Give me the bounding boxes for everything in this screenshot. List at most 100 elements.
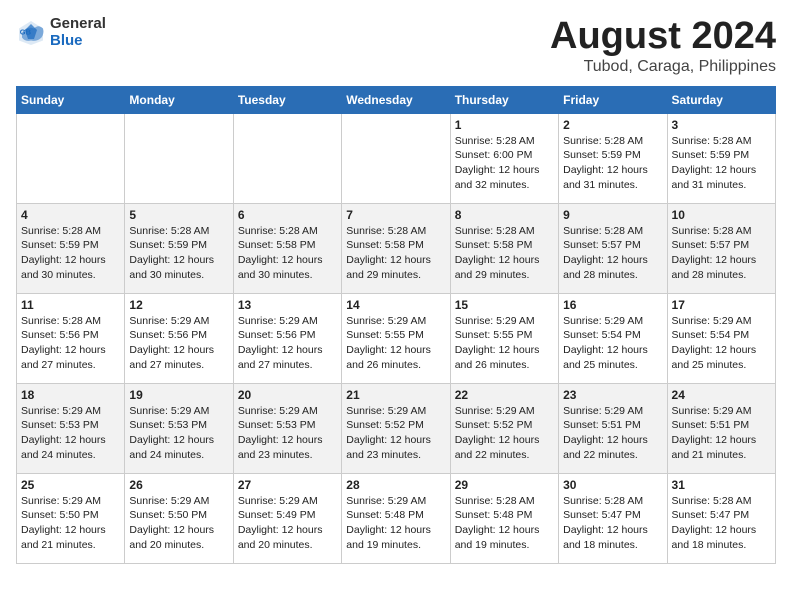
day-info: Sunrise: 5:28 AM Sunset: 5:58 PM Dayligh… — [238, 224, 337, 283]
day-info: Sunrise: 5:28 AM Sunset: 5:57 PM Dayligh… — [672, 224, 771, 283]
day-info: Sunrise: 5:28 AM Sunset: 5:47 PM Dayligh… — [563, 494, 662, 553]
day-number: 25 — [21, 478, 120, 492]
calendar-cell: 24 Sunrise: 5:29 AM Sunset: 5:51 PM Dayli… — [667, 383, 775, 473]
day-info: Sunrise: 5:28 AM Sunset: 5:58 PM Dayligh… — [346, 224, 445, 283]
calendar-week-row: 18 Sunrise: 5:29 AM Sunset: 5:53 PM Dayli… — [17, 383, 776, 473]
calendar-cell: 5 Sunrise: 5:28 AM Sunset: 5:59 PM Daylig… — [125, 203, 233, 293]
day-number: 3 — [672, 118, 771, 132]
calendar-cell: 19Sunrise: 5:29 AM Sunset: 5:53 PM Dayli… — [125, 383, 233, 473]
calendar-cell — [17, 113, 125, 203]
calendar-cell — [125, 113, 233, 203]
day-number: 4 — [21, 208, 120, 222]
calendar-cell: 8Sunrise: 5:28 AM Sunset: 5:58 PM Daylig… — [450, 203, 558, 293]
day-number: 6 — [238, 208, 337, 222]
day-number: 12 — [129, 298, 228, 312]
calendar-cell: 12 Sunrise: 5:29 AM Sunset: 5:56 PM Dayli… — [125, 293, 233, 383]
page-subtitle: Tubod, Caraga, Philippines — [550, 58, 776, 76]
calendar-cell: 21 Sunrise: 5:29 AM Sunset: 5:52 PM Dayli… — [342, 383, 450, 473]
day-number: 15 — [455, 298, 554, 312]
day-info: Sunrise: 5:29 AM Sunset: 5:56 PM Dayligh… — [129, 314, 228, 373]
weekday-header: Monday — [125, 86, 233, 113]
calendar-cell: 29Sunrise: 5:28 AM Sunset: 5:48 PM Dayli… — [450, 473, 558, 563]
day-number: 26 — [129, 478, 228, 492]
calendar-cell: 11Sunrise: 5:28 AM Sunset: 5:56 PM Dayli… — [17, 293, 125, 383]
day-info: Sunrise: 5:28 AM Sunset: 5:59 PM Dayligh… — [563, 134, 662, 193]
day-number: 28 — [346, 478, 445, 492]
page-title: August 2024 — [550, 16, 776, 58]
day-number: 1 — [455, 118, 554, 132]
day-number: 22 — [455, 388, 554, 402]
calendar-week-row: 4 Sunrise: 5:28 AM Sunset: 5:59 PM Daylig… — [17, 203, 776, 293]
calendar-cell: 20 Sunrise: 5:29 AM Sunset: 5:53 PM Dayli… — [233, 383, 341, 473]
logo-general: General — [50, 16, 106, 33]
calendar-cell: 13 Sunrise: 5:29 AM Sunset: 5:56 PM Dayli… — [233, 293, 341, 383]
day-number: 21 — [346, 388, 445, 402]
calendar-table: SundayMondayTuesdayWednesdayThursdayFrid… — [16, 86, 776, 564]
weekday-header: Wednesday — [342, 86, 450, 113]
day-number: 19 — [129, 388, 228, 402]
svg-text:GB: GB — [20, 27, 32, 36]
logo: GB General Blue — [16, 16, 106, 49]
day-number: 7 — [346, 208, 445, 222]
day-info: Sunrise: 5:29 AM Sunset: 5:52 PM Dayligh… — [346, 404, 445, 463]
day-number: 16 — [563, 298, 662, 312]
day-info: Sunrise: 5:29 AM Sunset: 5:51 PM Dayligh… — [563, 404, 662, 463]
day-info: Sunrise: 5:29 AM Sunset: 5:55 PM Dayligh… — [346, 314, 445, 373]
day-info: Sunrise: 5:29 AM Sunset: 5:49 PM Dayligh… — [238, 494, 337, 553]
day-info: Sunrise: 5:29 AM Sunset: 5:53 PM Dayligh… — [238, 404, 337, 463]
day-info: Sunrise: 5:28 AM Sunset: 5:47 PM Dayligh… — [672, 494, 771, 553]
day-number: 9 — [563, 208, 662, 222]
calendar-cell: 23Sunrise: 5:29 AM Sunset: 5:51 PM Dayli… — [559, 383, 667, 473]
day-number: 27 — [238, 478, 337, 492]
day-number: 11 — [21, 298, 120, 312]
calendar-cell: 10 Sunrise: 5:28 AM Sunset: 5:57 PM Dayli… — [667, 203, 775, 293]
day-number: 20 — [238, 388, 337, 402]
calendar-cell: 14Sunrise: 5:29 AM Sunset: 5:55 PM Dayli… — [342, 293, 450, 383]
calendar-cell: 9Sunrise: 5:28 AM Sunset: 5:57 PM Daylig… — [559, 203, 667, 293]
day-number: 10 — [672, 208, 771, 222]
day-info: Sunrise: 5:29 AM Sunset: 5:50 PM Dayligh… — [129, 494, 228, 553]
calendar-cell: 22Sunrise: 5:29 AM Sunset: 5:52 PM Dayli… — [450, 383, 558, 473]
calendar-week-row: 25 Sunrise: 5:29 AM Sunset: 5:50 PM Dayli… — [17, 473, 776, 563]
weekday-header: Sunday — [17, 86, 125, 113]
logo-blue: Blue — [50, 33, 106, 50]
day-info: Sunrise: 5:29 AM Sunset: 5:48 PM Dayligh… — [346, 494, 445, 553]
day-info: Sunrise: 5:29 AM Sunset: 5:54 PM Dayligh… — [563, 314, 662, 373]
day-number: 18 — [21, 388, 120, 402]
calendar-cell — [342, 113, 450, 203]
calendar-cell: 16 Sunrise: 5:29 AM Sunset: 5:54 PM Dayli… — [559, 293, 667, 383]
calendar-cell: 31 Sunrise: 5:28 AM Sunset: 5:47 PM Dayli… — [667, 473, 775, 563]
weekday-header: Saturday — [667, 86, 775, 113]
calendar-cell: 30 Sunrise: 5:28 AM Sunset: 5:47 PM Dayli… — [559, 473, 667, 563]
calendar-cell: 18Sunrise: 5:29 AM Sunset: 5:53 PM Dayli… — [17, 383, 125, 473]
day-number: 5 — [129, 208, 228, 222]
weekday-header: Friday — [559, 86, 667, 113]
day-info: Sunrise: 5:28 AM Sunset: 5:59 PM Dayligh… — [21, 224, 120, 283]
day-info: Sunrise: 5:29 AM Sunset: 5:50 PM Dayligh… — [21, 494, 120, 553]
day-info: Sunrise: 5:28 AM Sunset: 5:58 PM Dayligh… — [455, 224, 554, 283]
weekday-header: Tuesday — [233, 86, 341, 113]
calendar-body: 1 Sunrise: 5:28 AM Sunset: 6:00 PM Daylig… — [17, 113, 776, 563]
day-info: Sunrise: 5:29 AM Sunset: 5:54 PM Dayligh… — [672, 314, 771, 373]
day-number: 31 — [672, 478, 771, 492]
day-number: 13 — [238, 298, 337, 312]
day-info: Sunrise: 5:29 AM Sunset: 5:56 PM Dayligh… — [238, 314, 337, 373]
day-info: Sunrise: 5:28 AM Sunset: 5:59 PM Dayligh… — [129, 224, 228, 283]
day-number: 30 — [563, 478, 662, 492]
logo-icon: GB — [16, 18, 46, 48]
day-info: Sunrise: 5:29 AM Sunset: 5:51 PM Dayligh… — [672, 404, 771, 463]
calendar-cell: 2 Sunrise: 5:28 AM Sunset: 5:59 PM Daylig… — [559, 113, 667, 203]
calendar-cell: 26 Sunrise: 5:29 AM Sunset: 5:50 PM Dayli… — [125, 473, 233, 563]
calendar-week-row: 11Sunrise: 5:28 AM Sunset: 5:56 PM Dayli… — [17, 293, 776, 383]
day-number: 29 — [455, 478, 554, 492]
day-number: 2 — [563, 118, 662, 132]
title-block: August 2024 Tubod, Caraga, Philippines — [550, 16, 776, 76]
day-info: Sunrise: 5:28 AM Sunset: 5:59 PM Dayligh… — [672, 134, 771, 193]
calendar-header: SundayMondayTuesdayWednesdayThursdayFrid… — [17, 86, 776, 113]
calendar-cell: 25 Sunrise: 5:29 AM Sunset: 5:50 PM Dayli… — [17, 473, 125, 563]
day-info: Sunrise: 5:28 AM Sunset: 6:00 PM Dayligh… — [455, 134, 554, 193]
calendar-cell: 15Sunrise: 5:29 AM Sunset: 5:55 PM Dayli… — [450, 293, 558, 383]
weekday-header: Thursday — [450, 86, 558, 113]
day-number: 24 — [672, 388, 771, 402]
calendar-cell: 1 Sunrise: 5:28 AM Sunset: 6:00 PM Daylig… — [450, 113, 558, 203]
